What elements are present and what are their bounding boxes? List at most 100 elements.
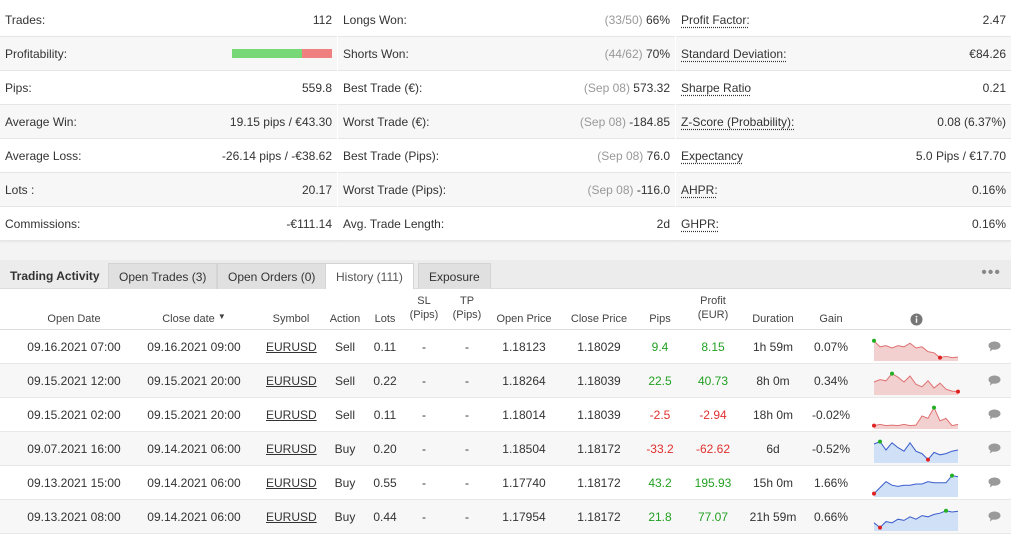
- comment-icon[interactable]: [988, 375, 1001, 386]
- comment-icon-shape: [988, 341, 1001, 352]
- stat-row: Best Trade (Pips): (Sep 08) 76.0: [338, 139, 675, 173]
- header-gain[interactable]: Gain: [810, 289, 852, 329]
- header-open-date[interactable]: Open Date: [20, 289, 128, 329]
- cell-lots: 0.11: [373, 408, 397, 422]
- cell-sl: -: [422, 374, 426, 388]
- header-action[interactable]: Action: [325, 289, 365, 329]
- comment-icon[interactable]: [988, 341, 1001, 352]
- profitability-bar: [232, 49, 332, 58]
- table-row[interactable]: 09.07.2021 16:00 09.14.2021 06:00 EURUSD Bu…: [0, 432, 1011, 466]
- stat-value: 0.16%: [718, 183, 1006, 197]
- cell-close-date: 09.14.2021 06:00: [147, 476, 241, 490]
- stat-note: (Sep 08): [579, 114, 626, 129]
- header-profit[interactable]: Profit (EUR): [690, 289, 736, 329]
- cell-action: Sell: [334, 340, 355, 354]
- comment-icon-shape: [988, 375, 1001, 386]
- stat-value-text: €84.26: [969, 46, 1006, 61]
- table-row[interactable]: 09.13.2021 08:00 09.14.2021 06:00 EURUSD Bu…: [0, 500, 1011, 534]
- table-row[interactable]: 09.13.2021 15:00 09.14.2021 06:00 EURUSD Bu…: [0, 466, 1011, 500]
- stat-value-text: 2d: [656, 216, 670, 231]
- cell-lots: 0.20: [373, 442, 397, 456]
- stat-note: (Sep 08): [597, 148, 644, 163]
- stat-value: €84.26: [786, 47, 1006, 61]
- info-icon[interactable]: [905, 289, 927, 329]
- header-pips[interactable]: Pips: [640, 289, 680, 329]
- tab-history[interactable]: History (111): [325, 263, 414, 290]
- sparkline-min-marker: [956, 389, 960, 394]
- tab-exposure[interactable]: Exposure: [418, 263, 491, 289]
- header-lots[interactable]: Lots: [370, 289, 400, 329]
- cell-symbol[interactable]: EURUSD: [266, 398, 317, 432]
- stat-label: Best Trade (Pips):: [343, 148, 440, 163]
- header-close-date-label: Close date: [162, 313, 215, 325]
- stat-value-text: 573.32: [633, 80, 670, 95]
- header-tp[interactable]: TP (Pips): [448, 289, 486, 329]
- cell-profit: 77.07: [697, 510, 729, 524]
- cell-open-date: 09.13.2021 15:00: [27, 476, 121, 490]
- cell-symbol[interactable]: EURUSD: [266, 466, 317, 500]
- header-symbol[interactable]: Symbol: [266, 289, 316, 329]
- cell-action: Buy: [334, 442, 356, 456]
- ellipsis-icon[interactable]: •••: [981, 264, 1001, 282]
- stat-row: Worst Trade (€): (Sep 08) -184.85: [338, 105, 675, 139]
- cell-tp: -: [465, 476, 469, 490]
- stat-label[interactable]: Z-Score (Probability):: [681, 115, 794, 129]
- cell-tp: -: [465, 340, 469, 354]
- stat-label: Average Loss:: [5, 148, 82, 163]
- tab-open-orders[interactable]: Open Orders (0): [217, 263, 327, 289]
- cell-close-price: 1.18039: [577, 374, 621, 388]
- stat-row: Profitability:: [0, 37, 337, 71]
- tab-trading-activity[interactable]: Trading Activity: [0, 263, 110, 289]
- comment-icon[interactable]: [988, 443, 1001, 454]
- sparkline-area: [874, 441, 958, 463]
- cell-close-date: 09.15.2021 20:00: [147, 408, 241, 422]
- cell-symbol[interactable]: EURUSD: [266, 432, 317, 466]
- cell-tp: -: [465, 374, 469, 388]
- stat-label[interactable]: Profit Factor:: [681, 13, 750, 27]
- cell-symbol[interactable]: EURUSD: [266, 330, 317, 364]
- header-open-price[interactable]: Open Price: [492, 289, 556, 329]
- stat-row: Profit Factor: 2.47: [676, 3, 1011, 37]
- stat-label: Trades:: [5, 12, 46, 27]
- sort-desc-icon: ▼: [217, 312, 226, 321]
- tab-open-trades[interactable]: Open Trades (3): [108, 263, 218, 289]
- stat-note: (33/50): [604, 12, 643, 27]
- stat-row: GHPR: 0.16%: [676, 207, 1011, 241]
- cell-symbol[interactable]: EURUSD: [266, 364, 317, 398]
- stat-label[interactable]: Standard Deviation:: [681, 47, 786, 61]
- stat-row: Avg. Trade Length: 2d: [338, 207, 675, 241]
- stat-label[interactable]: AHPR:: [681, 183, 718, 197]
- stat-value: (Sep 08) -184.85: [429, 115, 670, 129]
- stat-label[interactable]: Expectancy: [681, 149, 743, 163]
- stat-value: 19.15 pips / €43.30: [77, 115, 332, 129]
- sparkline-min-marker: [878, 525, 882, 530]
- cell-symbol[interactable]: EURUSD: [266, 500, 317, 534]
- stats-panel: Trades: 112 Profitability: Pips: 559.8 Averag…: [0, 0, 1011, 241]
- stat-value: (Sep 08) 76.0: [439, 149, 670, 163]
- cell-open-date: 09.15.2021 02:00: [27, 408, 121, 422]
- stat-label: Profitability:: [5, 46, 68, 61]
- stat-value: 112: [45, 13, 332, 27]
- stat-row: Worst Trade (Pips): (Sep 08) -116.0: [338, 173, 675, 207]
- cell-close-price: 1.18029: [577, 340, 621, 354]
- table-row[interactable]: 09.15.2021 02:00 09.15.2021 20:00 EURUSD Se…: [0, 398, 1011, 432]
- cell-close-date: 09.15.2021 20:00: [147, 374, 241, 388]
- header-close-date[interactable]: Close date ▼: [140, 289, 248, 329]
- comment-icon[interactable]: [988, 511, 1001, 522]
- comment-icon[interactable]: [988, 477, 1001, 488]
- header-sl[interactable]: SL (Pips): [405, 289, 443, 329]
- table-row[interactable]: 09.16.2021 07:00 09.16.2021 09:00 EURUSD Se…: [0, 330, 1011, 364]
- cell-close-price: 1.18039: [577, 408, 621, 422]
- header-duration[interactable]: Duration: [746, 289, 800, 329]
- comment-icon[interactable]: [988, 409, 1001, 420]
- stat-label[interactable]: Sharpe Ratio: [681, 81, 751, 95]
- profitability-lost-segment: [302, 49, 332, 58]
- header-close-price[interactable]: Close Price: [566, 289, 632, 329]
- table-row[interactable]: 09.15.2021 12:00 09.15.2021 20:00 EURUSD Se…: [0, 364, 1011, 398]
- sparkline-area: [874, 340, 958, 361]
- stat-value-text: 559.8: [301, 80, 332, 95]
- cell-gain: -0.52%: [811, 442, 851, 456]
- stat-label[interactable]: GHPR:: [681, 217, 719, 231]
- cell-tp: -: [465, 442, 469, 456]
- stat-row: Average Win: 19.15 pips / €43.30: [0, 105, 337, 139]
